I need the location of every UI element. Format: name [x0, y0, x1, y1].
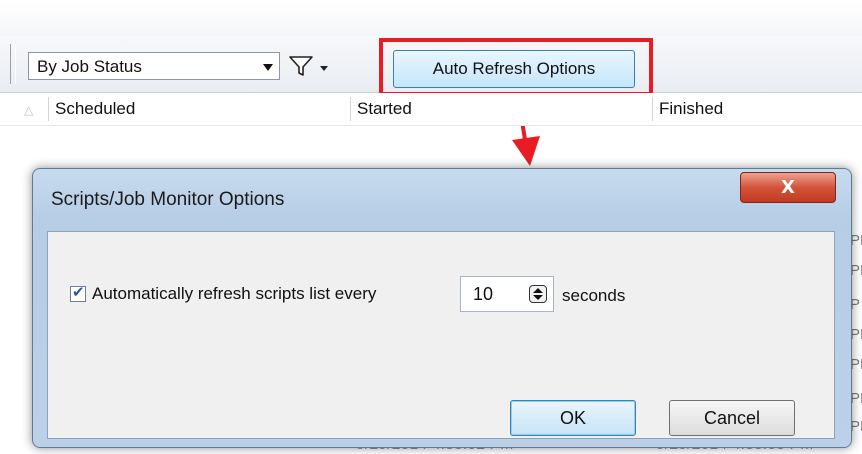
cancel-button[interactable]: Cancel [669, 400, 795, 436]
top-strip [0, 0, 862, 37]
toolbar-gripper[interactable] [10, 44, 16, 84]
column-header-finished[interactable]: Finished [652, 97, 862, 121]
column-header-started[interactable]: Started [350, 97, 652, 121]
sort-indicator-icon[interactable]: △ [24, 103, 33, 117]
spinner-buttons[interactable] [529, 285, 547, 303]
checkmark-icon: ✔ [72, 284, 85, 301]
dialog-client-area: ✔ Automatically refresh scripts list eve… [47, 231, 835, 439]
filter-icon[interactable] [288, 54, 314, 78]
dialog-title: Scripts/Job Monitor Options [51, 189, 285, 210]
spin-up-icon[interactable] [533, 288, 543, 293]
filter-dropdown-arrow-icon[interactable] [320, 66, 328, 71]
close-button[interactable]: X [740, 172, 836, 203]
options-dialog: Scripts/Job Monitor Options X ✔ Automati… [32, 168, 852, 448]
group-by-value: By Job Status [37, 57, 142, 76]
refresh-interval-stepper[interactable]: 10 [460, 276, 554, 312]
interval-unit-label: seconds [562, 286, 626, 305]
spin-down-icon[interactable] [533, 295, 543, 300]
column-header-scheduled[interactable]: Scheduled [48, 97, 350, 121]
chevron-down-icon [263, 64, 273, 71]
callout-highlight-box [379, 38, 653, 96]
ok-button[interactable]: OK [510, 400, 636, 436]
group-by-dropdown[interactable]: By Job Status [28, 52, 280, 80]
refresh-interval-value[interactable]: 10 [473, 284, 493, 305]
auto-refresh-checkbox[interactable]: ✔ [70, 284, 86, 302]
auto-refresh-label[interactable]: Automatically refresh scripts list every [92, 284, 376, 304]
